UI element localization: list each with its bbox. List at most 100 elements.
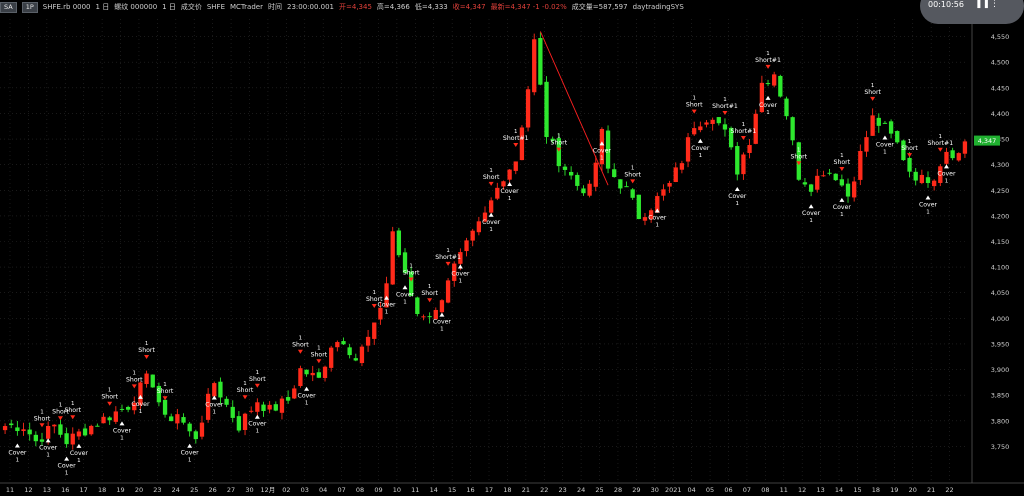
marker-qty: 1 bbox=[403, 299, 407, 305]
short-marker-label: Short bbox=[138, 347, 155, 354]
candle-body bbox=[944, 151, 949, 164]
toolbar-item-1[interactable]: 1P bbox=[21, 1, 38, 13]
candle-body bbox=[864, 137, 869, 152]
y-tick-label: 4,050 bbox=[991, 289, 1010, 297]
candle-body bbox=[525, 89, 531, 128]
cover-arrow-icon bbox=[697, 138, 703, 143]
candle-body bbox=[667, 183, 672, 187]
short-arrow-icon bbox=[144, 355, 150, 360]
marker-qty: 1 bbox=[385, 310, 389, 316]
x-tick-label: 09 bbox=[374, 486, 382, 494]
cover-marker-label: Cover bbox=[937, 170, 956, 177]
x-tick-label: 29 bbox=[632, 486, 640, 494]
candle-body bbox=[64, 433, 69, 445]
candle-body bbox=[52, 424, 57, 427]
candle-body bbox=[704, 122, 709, 125]
more-icon[interactable]: ⋮ bbox=[990, 0, 999, 9]
y-tick-label: 4,100 bbox=[991, 264, 1010, 272]
marker-qty: 1 bbox=[16, 457, 20, 463]
candle-body bbox=[722, 124, 728, 130]
y-tick-label: 4,000 bbox=[991, 315, 1010, 323]
price-chart[interactable]: 4,6004,5504,5004,4504,4004,3504,3004,250… bbox=[0, 14, 1024, 496]
candle-body bbox=[70, 433, 75, 445]
candle-body bbox=[845, 183, 851, 197]
candle-body bbox=[913, 171, 918, 181]
cover-arrow-icon bbox=[925, 195, 931, 200]
y-tick-label: 3,900 bbox=[991, 366, 1010, 374]
cover-marker-label: Cover bbox=[248, 421, 267, 428]
candle-body bbox=[107, 417, 112, 421]
cover-marker-label: Cover bbox=[451, 271, 470, 278]
candle-body bbox=[778, 75, 783, 97]
marker-qty: 1 bbox=[120, 435, 124, 441]
trend-line bbox=[539, 31, 609, 186]
toolbar-item-12: 高=4,366 bbox=[376, 3, 410, 11]
candle-body bbox=[396, 230, 402, 256]
cover-arrow-icon bbox=[507, 182, 513, 187]
cover-marker-label: Cover bbox=[919, 201, 938, 208]
candle-body bbox=[790, 117, 795, 141]
candle-body bbox=[618, 179, 623, 189]
candle-body bbox=[513, 161, 518, 171]
candle-body bbox=[242, 413, 248, 430]
candle-body bbox=[568, 171, 574, 176]
candle-body bbox=[470, 230, 475, 241]
candle-body bbox=[249, 410, 254, 412]
marker-qty: 1 bbox=[508, 196, 512, 202]
x-tick-label: 27 bbox=[227, 486, 235, 494]
candle-body bbox=[962, 141, 968, 154]
cover-marker-label: Cover bbox=[759, 102, 778, 109]
candle-body bbox=[852, 181, 857, 198]
x-tick-label: 26 bbox=[209, 486, 217, 494]
candle-body bbox=[661, 189, 666, 196]
candle-body bbox=[581, 188, 586, 194]
cover-arrow-icon bbox=[14, 443, 20, 448]
toolbar-item-9: 时间 bbox=[267, 3, 282, 11]
candle-body bbox=[716, 117, 721, 124]
candle-body bbox=[956, 153, 961, 161]
candle-body bbox=[630, 189, 635, 198]
marker-qty: 1 bbox=[699, 153, 703, 159]
short-marker-label: Short bbox=[901, 145, 918, 152]
pause-icon[interactable]: ❚❚ bbox=[975, 0, 990, 9]
short-marker-label: Short#1 bbox=[755, 57, 781, 64]
candle-body bbox=[932, 180, 937, 187]
candle-body bbox=[378, 307, 383, 320]
candle-body bbox=[267, 404, 272, 410]
x-tick-label: 18 bbox=[98, 486, 106, 494]
x-tick-label: 13 bbox=[816, 486, 824, 494]
y-tick-label: 4,550 bbox=[991, 33, 1010, 41]
candle-body bbox=[710, 119, 715, 124]
short-marker-label: Short bbox=[421, 290, 438, 297]
x-tick-label: 11 bbox=[411, 486, 419, 494]
candle-body bbox=[329, 347, 334, 368]
candle-body bbox=[476, 221, 482, 233]
toolbar-item-11: 开=4,345 bbox=[339, 3, 372, 11]
candle-body bbox=[175, 414, 180, 424]
candle-body bbox=[439, 300, 445, 313]
candle-body bbox=[907, 157, 912, 172]
toolbar-item-14: 收=4,347 bbox=[452, 3, 486, 11]
x-tick-label: 25 bbox=[190, 486, 198, 494]
candle-body bbox=[421, 316, 426, 318]
toolbar-item-0[interactable]: SA bbox=[0, 1, 17, 13]
marker-qty: 1 bbox=[766, 110, 770, 116]
candle-body bbox=[562, 166, 568, 170]
x-tick-label: 07 bbox=[337, 486, 345, 494]
cover-marker-label: Cover bbox=[802, 210, 821, 217]
candle-body bbox=[261, 404, 266, 412]
recording-timer-text: 00:10:56 bbox=[928, 0, 964, 9]
x-tick-label: 23 bbox=[153, 486, 161, 494]
cover-arrow-icon bbox=[882, 135, 888, 140]
x-tick-label: 16 bbox=[466, 486, 474, 494]
candle-body bbox=[273, 404, 278, 411]
cover-marker-label: Cover bbox=[728, 193, 747, 200]
candle-body bbox=[113, 411, 118, 422]
candle-body bbox=[9, 423, 14, 426]
cover-arrow-icon bbox=[45, 438, 51, 443]
candle-body bbox=[304, 369, 309, 375]
toolbar-item-15: 最新=4,347 -1 -0.02% bbox=[490, 3, 567, 11]
cover-marker-label: Cover bbox=[70, 450, 89, 457]
x-tick-label: 21 bbox=[522, 486, 530, 494]
x-tick-label: 04 bbox=[319, 486, 327, 494]
